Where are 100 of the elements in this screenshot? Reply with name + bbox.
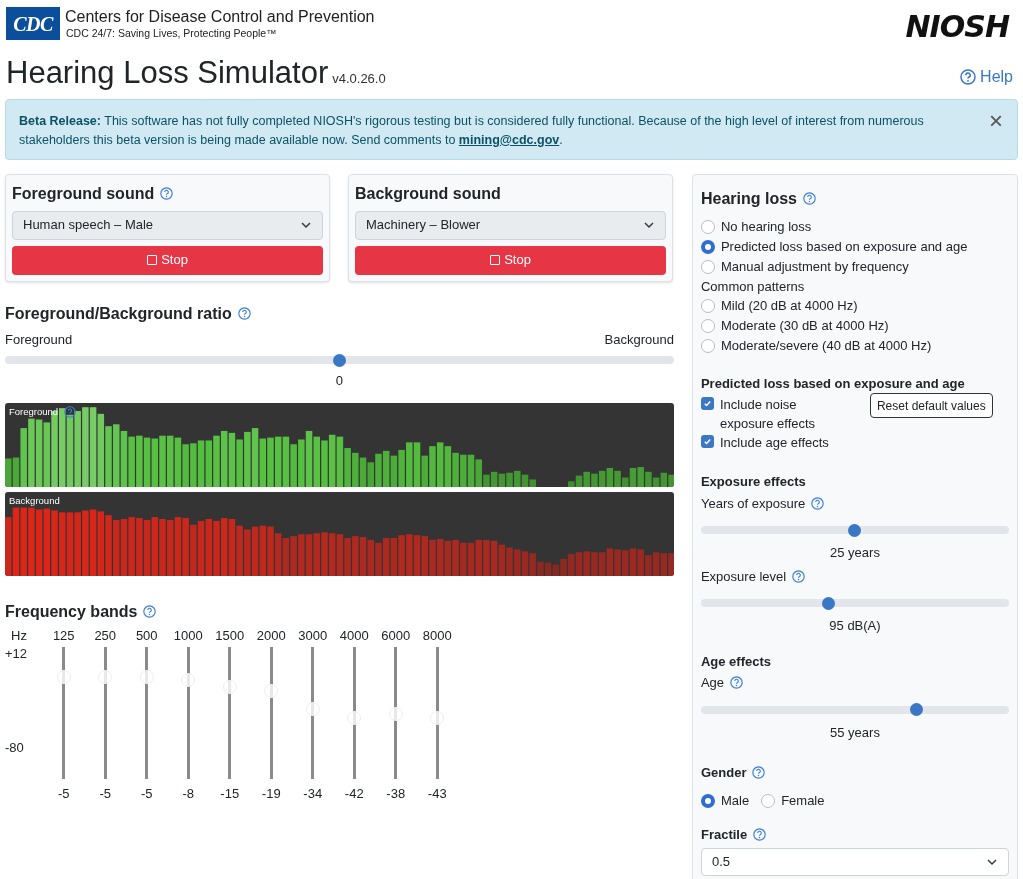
- band-slider-thumb[interactable]: [388, 706, 403, 721]
- band-slider-thumb[interactable]: [347, 710, 362, 725]
- radio-button[interactable]: [700, 239, 715, 254]
- chevron-icon: [986, 856, 998, 868]
- band-value: -5: [57, 784, 70, 803]
- checkbox-option[interactable]: Include age effects: [700, 433, 1009, 452]
- help-icon[interactable]: [752, 766, 766, 780]
- radio-button[interactable]: [700, 219, 715, 234]
- band-value: -43: [427, 784, 447, 803]
- subsection-title: Predicted loss based on exposure and age: [700, 374, 966, 393]
- band-label: 1000: [173, 626, 203, 644]
- slider-label: Foreground: [5, 330, 73, 349]
- stop-button[interactable]: Stop: [12, 245, 323, 275]
- band-label: 250: [94, 626, 117, 644]
- checkmark-icon: [702, 399, 712, 408]
- sound-select[interactable]: Human speech – Male: [12, 210, 323, 240]
- help-icon[interactable]: [160, 187, 174, 200]
- close-button[interactable]: ×: [989, 108, 1003, 133]
- slider-track[interactable]: [700, 705, 1009, 714]
- radio-option[interactable]: No hearing loss: [700, 216, 1009, 237]
- slider-value: 55 years: [830, 723, 880, 742]
- band-slider-thumb[interactable]: [98, 669, 113, 684]
- radio-option[interactable]: Moderate/severe (40 dB at 4000 Hz): [700, 335, 1009, 356]
- slider-thumb[interactable]: [332, 353, 346, 367]
- slider-label: Background: [604, 330, 674, 349]
- band-label: 3000: [298, 626, 328, 644]
- band-slider-thumb[interactable]: [222, 680, 237, 695]
- axis-label: +12: [5, 644, 28, 663]
- help-icon[interactable]: [143, 605, 157, 618]
- band-slider-thumb[interactable]: [56, 669, 71, 684]
- slider-thumb[interactable]: [822, 596, 836, 610]
- band-label: 1500: [215, 626, 245, 644]
- chevron-icon: [643, 219, 655, 231]
- band-slider-thumb[interactable]: [305, 701, 320, 716]
- axis-label: -80: [5, 738, 24, 757]
- slider-track[interactable]: [700, 526, 1009, 534]
- fractile-select[interactable]: 0.5: [700, 848, 1009, 876]
- spectrum-label: Background: [9, 493, 60, 508]
- sound-select[interactable]: Machinery – Blower: [355, 210, 666, 240]
- tagline: CDC 24/7: Saving Lives, Protecting People™: [65, 27, 278, 41]
- checkbox[interactable]: [700, 397, 714, 410]
- slider-value: 95 dB(A): [829, 617, 881, 635]
- radio-button[interactable]: [700, 259, 715, 274]
- cdc-logo[interactable]: CDC: [6, 7, 60, 41]
- radio-button[interactable]: [700, 338, 715, 353]
- radio-option[interactable]: Manual adjustment by frequency: [700, 256, 1009, 277]
- band-value: -5: [140, 784, 153, 803]
- subsection-title: Age effects: [700, 652, 773, 671]
- radio-button[interactable]: [700, 298, 715, 313]
- help-icon: [960, 68, 977, 85]
- help-icon[interactable]: [64, 405, 77, 418]
- checkbox-option[interactable]: Include noise exposure effects: [700, 395, 841, 433]
- slider-track[interactable]: [5, 356, 674, 364]
- help-link[interactable]: Help: [960, 64, 1013, 89]
- spectrum-label: Foreground: [9, 404, 59, 419]
- card-title: Background sound: [355, 183, 501, 204]
- radio-option[interactable]: Male: [700, 790, 750, 811]
- band-slider-thumb[interactable]: [264, 684, 279, 699]
- card-title: Foreground sound: [12, 183, 155, 204]
- axis-label: Hz: [11, 626, 27, 645]
- reset-button[interactable]: Reset default values: [869, 393, 993, 418]
- panel-title: Hearing loss: [700, 188, 797, 209]
- page-title: Hearing Loss Simulator: [6, 57, 329, 88]
- band-value: -15: [220, 784, 240, 803]
- slider-track[interactable]: [700, 599, 1009, 607]
- group-label: Common patterns: [700, 277, 806, 296]
- band-label: 4000: [339, 626, 369, 644]
- band-value: -8: [182, 784, 195, 803]
- stop-icon: [147, 255, 158, 265]
- version-label: v4.0.26.0: [332, 70, 386, 88]
- radio-option[interactable]: Predicted loss based on exposure and age: [700, 236, 1009, 257]
- slider-label: Years of exposure: [700, 494, 806, 513]
- radio-button[interactable]: [761, 793, 776, 808]
- help-icon[interactable]: [792, 569, 806, 583]
- band-value: -42: [344, 784, 364, 803]
- band-slider-thumb[interactable]: [139, 669, 154, 684]
- radio-option[interactable]: Female: [761, 790, 825, 811]
- slider-value: 0: [335, 372, 344, 390]
- radio-button[interactable]: [700, 318, 715, 333]
- email-link[interactable]: mining@cdc.gov: [458, 132, 560, 147]
- slider-thumb[interactable]: [848, 523, 862, 537]
- help-icon[interactable]: [730, 676, 744, 690]
- stop-button[interactable]: Stop: [355, 245, 666, 275]
- checkbox[interactable]: [700, 435, 714, 448]
- alert-message: Beta Release: This software has not fully completed NIOSH's rigorous testing but is considered fully functional. Because of the high level of interest from numerous stakeholders this beta version is being made available now. Send comments to mining@cdc.gov.: [19, 112, 925, 149]
- help-icon[interactable]: [811, 496, 825, 510]
- slider-thumb[interactable]: [910, 703, 924, 716]
- band-slider-thumb[interactable]: [430, 710, 445, 725]
- radio-button[interactable]: [700, 793, 715, 808]
- help-icon[interactable]: [237, 307, 251, 320]
- band-slider-thumb[interactable]: [181, 672, 196, 687]
- subsection-title: Gender: [700, 764, 747, 782]
- band-label: 2000: [256, 626, 286, 644]
- band-value: -38: [386, 784, 406, 803]
- band-label: 125: [52, 626, 75, 644]
- radio-option[interactable]: Moderate (30 dB at 4000 Hz): [700, 315, 1009, 336]
- help-icon[interactable]: [803, 192, 816, 205]
- band-label: 8000: [422, 626, 452, 644]
- radio-option[interactable]: Mild (20 dB at 4000 Hz): [700, 295, 1009, 316]
- help-icon[interactable]: [753, 827, 767, 841]
